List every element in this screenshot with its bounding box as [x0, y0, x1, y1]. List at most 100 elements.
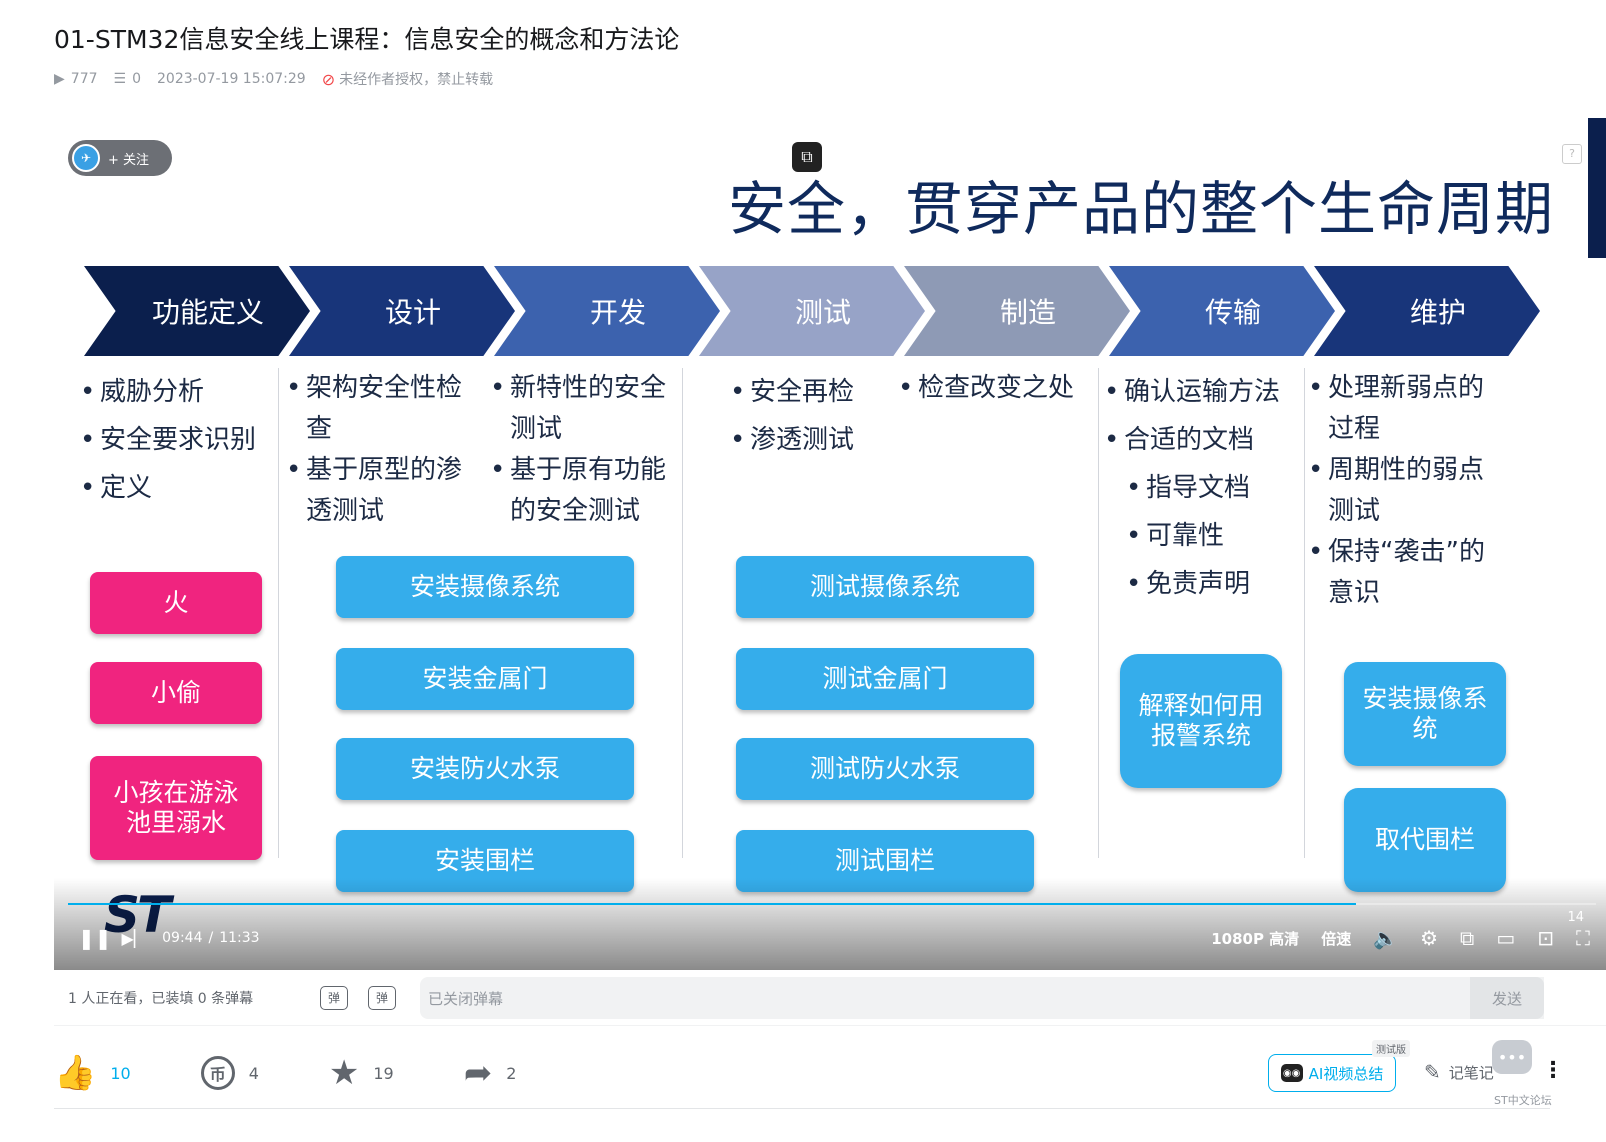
- bullet-item: 威胁分析: [80, 368, 270, 416]
- slide-accent-bar: [1588, 118, 1606, 258]
- phase-label: 测试: [794, 296, 851, 329]
- video-player[interactable]: ✈ + 关注 ⧉ ? 安全，贯穿产品的整个生命周期 功能定义 设计 开发 测试 …: [54, 118, 1606, 988]
- coin-count: 4: [248, 1063, 259, 1083]
- controls-left: ❚❚ ▶▏ 09:44 / 11:33: [78, 926, 260, 950]
- install-box: 安装金属门: [336, 648, 634, 710]
- like-count: 10: [110, 1063, 131, 1083]
- fullscreen-icon[interactable]: ⛶: [1576, 926, 1590, 950]
- danmaku-settings-icon[interactable]: 弹: [368, 985, 396, 1010]
- maintain-box: 取代围栏: [1344, 788, 1506, 892]
- divider: [54, 1108, 1550, 1109]
- test-box: 测试金属门: [736, 648, 1034, 710]
- bullet-item: 保持“袭击”的意识: [1308, 532, 1498, 614]
- danmaku-stat: ☰ 0: [114, 71, 141, 87]
- share-arrow-icon: ➦: [463, 1053, 493, 1093]
- phase-label: 制造: [999, 296, 1056, 329]
- coin-button[interactable]: 币 4: [200, 1056, 259, 1090]
- publish-time: 2023-07-19 15:07:29: [157, 71, 306, 87]
- sub-bullet-item: 免责声明: [1126, 560, 1300, 608]
- more-icon[interactable]: ⋮: [1542, 1058, 1564, 1083]
- bullet-item: 基于原型的渗透测试: [286, 450, 474, 532]
- phase-label: 传输: [1204, 296, 1261, 329]
- column-divider: [1304, 368, 1305, 858]
- bullet-item: 周期性的弱点测试: [1308, 450, 1498, 532]
- bullet-item: 处理新弱点的过程: [1308, 368, 1498, 450]
- ai-summary-button[interactable]: ◉◉ AI视频总结: [1268, 1054, 1396, 1092]
- danmaku-toggle-icon[interactable]: 弹: [320, 985, 348, 1010]
- notes-button[interactable]: ✎ 记笔记: [1424, 1060, 1494, 1084]
- sub-bullet-item: 指导文档: [1126, 464, 1300, 512]
- time-separator: /: [208, 930, 214, 946]
- slide-page-number: 14: [1567, 910, 1584, 925]
- bullet-item: 基于原有功能的安全测试: [490, 450, 678, 532]
- bullets-function-definition: 威胁分析 安全要求识别 定义: [80, 368, 270, 512]
- column-divider: [278, 368, 279, 858]
- maintain-box: 安装摄像系统: [1344, 662, 1506, 766]
- transport-box: 解释如何用报警系统: [1120, 654, 1282, 788]
- danmaku-bar: 1 人正在看，已装填 0 条弹幕 弹 弹 已关闭弹幕 发送: [54, 970, 1606, 1026]
- web-fullscreen-icon[interactable]: ⊡: [1537, 926, 1554, 950]
- controls-right: 1080P 高清 倍速 🔈 ⚙ ⧉ ▭ ⊡ ⛶: [1189, 926, 1590, 950]
- bullets-maintenance: 处理新弱点的过程 周期性的弱点测试 保持“袭击”的意识: [1308, 368, 1498, 614]
- bullets-design: 架构安全性检查 基于原型的渗透测试: [286, 368, 474, 532]
- next-icon[interactable]: ▶▏: [122, 929, 147, 948]
- follow-label: + 关注: [108, 152, 150, 168]
- widescreen-icon[interactable]: ▭: [1496, 926, 1515, 950]
- bullet-item: 安全要求识别: [80, 416, 270, 464]
- quality-button[interactable]: 1080P 高清: [1211, 928, 1299, 949]
- progress-bar[interactable]: [68, 903, 1596, 905]
- help-icon[interactable]: ?: [1562, 144, 1582, 164]
- speed-button[interactable]: 倍速: [1321, 928, 1351, 949]
- thumbs-up-icon: 👍: [54, 1053, 97, 1093]
- danmaku-count: 0: [132, 71, 141, 87]
- notes-label: 记笔记: [1448, 1063, 1494, 1082]
- bullet-item: 安全再检: [730, 368, 890, 416]
- volume-icon[interactable]: 🔈: [1373, 926, 1398, 950]
- danmaku-send-button[interactable]: 发送: [1470, 977, 1544, 1019]
- channel-logo-icon: ✈: [72, 144, 100, 172]
- forum-chat-icon: •••: [1492, 1040, 1532, 1074]
- phase-chevron: 维护: [1314, 266, 1540, 356]
- follow-button[interactable]: ✈ + 关注: [68, 140, 172, 176]
- bullets-transport: 确认运输方法 合适的文档 指导文档 可靠性 免责声明: [1104, 368, 1300, 609]
- phase-chevron: 测试: [699, 266, 925, 356]
- danmaku-icon: ☰: [113, 71, 127, 87]
- current-time: 09:44: [162, 930, 203, 946]
- threat-box: 火: [90, 572, 262, 634]
- favorite-button[interactable]: ★ 19: [329, 1053, 394, 1093]
- bullet-item: 定义: [80, 464, 270, 512]
- bullet-item: 渗透测试: [730, 416, 890, 464]
- bullet-item: 合适的文档: [1104, 416, 1300, 464]
- no-repost-icon: ⊘: [321, 69, 336, 89]
- phase-label: 功能定义: [151, 296, 264, 329]
- phase-chevron: 制造: [904, 266, 1130, 356]
- sub-bullet-item: 可靠性: [1126, 512, 1300, 560]
- bullet-item: 新特性的安全测试: [490, 368, 678, 450]
- phase-label: 维护: [1409, 296, 1466, 329]
- beta-badge: 测试版: [1372, 1040, 1410, 1057]
- bullets-testing: 安全再检 渗透测试: [730, 368, 890, 464]
- install-box: 安装摄像系统: [336, 556, 634, 618]
- bullets-development: 新特性的安全测试 基于原有功能的安全测试: [490, 368, 678, 532]
- views-stat: ▶ 777: [54, 71, 98, 87]
- danmaku-input[interactable]: 已关闭弹幕: [420, 977, 1544, 1019]
- share-button[interactable]: ➦ 2: [464, 1053, 517, 1093]
- column-divider: [682, 368, 683, 858]
- viewer-count: 1 人正在看，已装填 0 条弹幕: [68, 990, 254, 1007]
- bullets-manufacturing: 检查改变之处: [898, 368, 1094, 409]
- duration: 11:33: [219, 930, 260, 946]
- mini-player-icon[interactable]: ⧉: [1460, 926, 1474, 950]
- phase-chevron: 开发: [494, 266, 720, 356]
- bullet-item: 架构安全性检查: [286, 368, 474, 450]
- copyright-text: 未经作者授权，禁止转载: [339, 72, 494, 88]
- video-meta: ▶ 777 ☰ 0 2023-07-19 15:07:29 ⊘ 未经作者授权，禁…: [54, 68, 493, 90]
- settings-icon[interactable]: ⚙: [1420, 926, 1438, 950]
- phase-chevron: 传输: [1109, 266, 1335, 356]
- video-title: 01-STM32信息安全线上课程：信息安全的概念和方法论: [54, 25, 680, 54]
- favorite-count: 19: [373, 1063, 394, 1083]
- like-button[interactable]: 👍 10: [54, 1053, 131, 1093]
- phase-chevron: 设计: [289, 266, 515, 356]
- bullet-item: 检查改变之处: [898, 368, 1094, 409]
- pause-icon[interactable]: ❚❚: [78, 926, 112, 950]
- phase-chevron: 功能定义: [84, 266, 310, 356]
